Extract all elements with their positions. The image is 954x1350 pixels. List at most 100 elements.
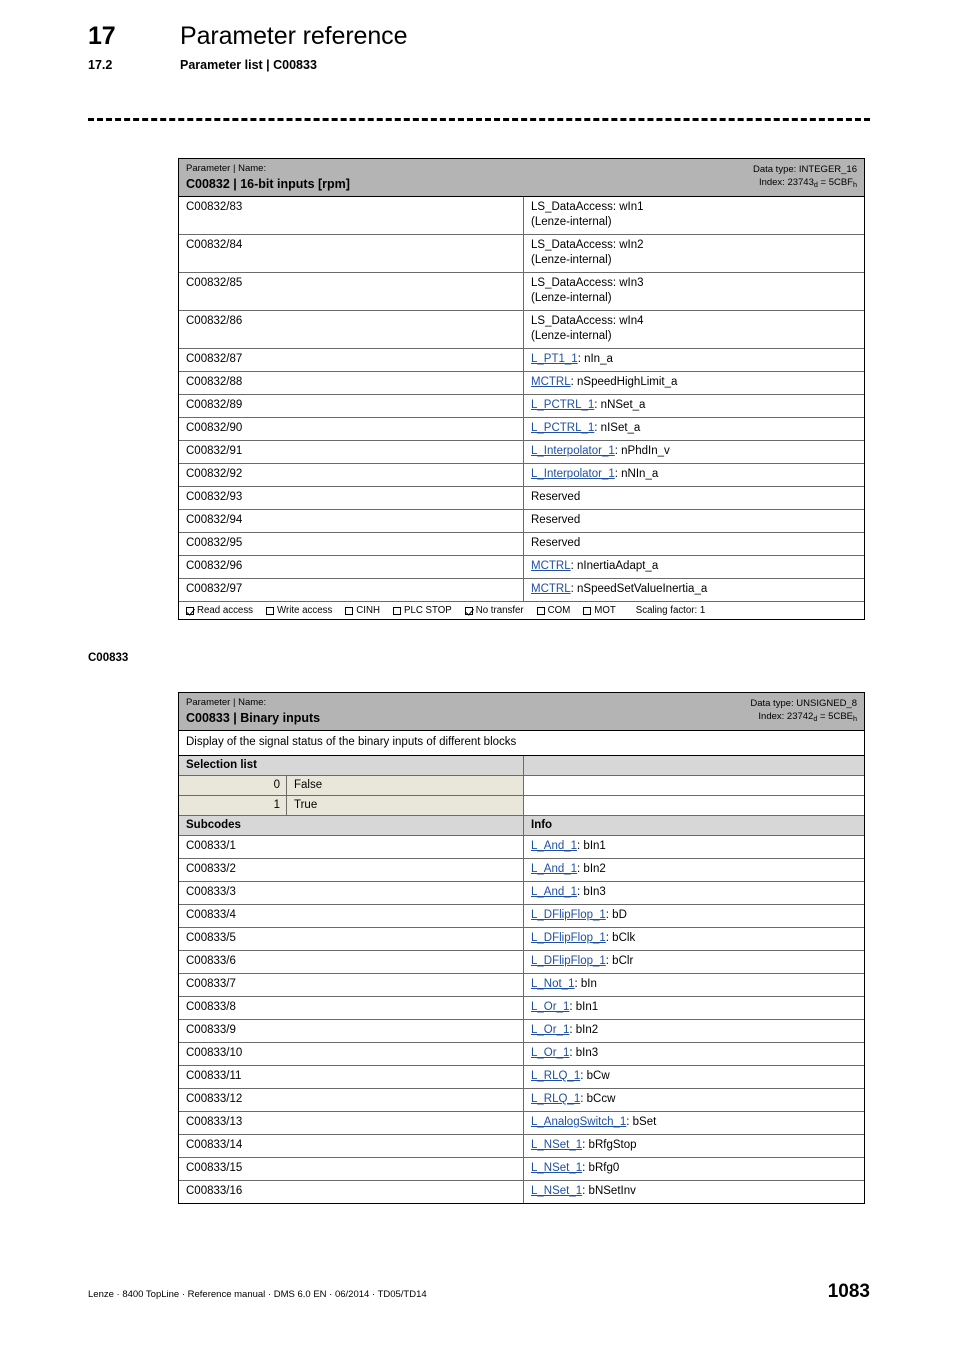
block-link[interactable]: L_AnalogSwitch_1 — [531, 1116, 626, 1128]
info-text: : bRfgStop — [582, 1139, 637, 1151]
info-cell: L_And_1: bIn3 — [524, 882, 864, 904]
parameter-table-c00832: Parameter | Name: C00832 | 16-bit inputs… — [178, 158, 865, 620]
section-number: 17.2 — [88, 58, 113, 72]
parameter-table-c00833: Parameter | Name: C00833 | Binary inputs… — [178, 692, 865, 1204]
index-sub-decimal: d — [813, 179, 818, 189]
info-text: Reserved — [531, 537, 581, 549]
info-cell: L_And_1: bIn1 — [524, 836, 864, 858]
block-link[interactable]: L_Or_1 — [531, 1001, 569, 1013]
table-header-right: Data type: UNSIGNED_8 Index: 23742d = 5C… — [750, 697, 857, 723]
info-subtext: (Lenze-internal) — [531, 216, 612, 228]
block-link[interactable]: L_DFlipFlop_1 — [531, 932, 606, 944]
access-legend: Read access Write access CINH PLC STOP No tr… — [179, 601, 864, 619]
block-link[interactable]: L_NSet_1 — [531, 1139, 582, 1151]
block-link[interactable]: L_DFlipFlop_1 — [531, 909, 606, 921]
legend-item: PLC STOP — [392, 605, 452, 616]
legend-item: Read access — [186, 605, 253, 616]
block-link[interactable]: L_DFlipFlop_1 — [531, 955, 606, 967]
index-sub-decimal: d — [813, 713, 818, 723]
info-cell: LS_DataAccess: wIn2 (Lenze-internal) — [524, 235, 864, 272]
info-text: : bIn3 — [577, 886, 606, 898]
info-text: : nSpeedSetValueInertia_a — [570, 583, 708, 595]
block-link[interactable]: MCTRL — [531, 376, 571, 388]
table-row: C00833/13 L_AnalogSwitch_1: bSet — [179, 1112, 864, 1135]
info-cell: L_Not_1: bIn — [524, 974, 864, 996]
legend-item: No transfer — [464, 605, 524, 616]
parameter-title: C00833 | Binary inputs — [186, 711, 321, 725]
index-value: Index: 23742d = 5CBEh — [750, 711, 857, 724]
info-cell: L_RLQ_1: bCw — [524, 1066, 864, 1088]
index-sub-hex: h — [853, 713, 857, 723]
subcode-cell: C00833/5 — [179, 928, 524, 950]
legend-item: MOT — [583, 605, 616, 616]
block-link[interactable]: L_PCTRL_1 — [531, 399, 594, 411]
subcode-cell: C00833/2 — [179, 859, 524, 881]
page-number: 1083 — [827, 1281, 870, 1302]
info-text: : bIn3 — [569, 1047, 599, 1059]
document-page: 17 Parameter reference 17.2 Parameter li… — [0, 0, 954, 1350]
info-text: : bSet — [626, 1116, 657, 1128]
subcode-cell: C00833/4 — [179, 905, 524, 927]
chapter-heading: 17 Parameter reference — [88, 22, 878, 51]
table-row: C00833/12 L_RLQ_1: bCcw — [179, 1089, 864, 1112]
block-link[interactable]: L_And_1 — [531, 863, 577, 875]
block-link[interactable]: L_NSet_1 — [531, 1185, 582, 1197]
table-row: C00832/92 L_Interpolator_1: nNIn_a — [179, 464, 864, 487]
checkbox-checked-icon — [464, 606, 473, 615]
info-text: : bCw — [580, 1070, 610, 1082]
table-row: C00832/85 LS_DataAccess: wIn3 (Lenze-inter… — [179, 273, 864, 311]
block-link[interactable]: L_PT1_1 — [531, 353, 578, 365]
subcode-cell: C00832/95 — [179, 533, 524, 555]
block-link[interactable]: L_NSet_1 — [531, 1162, 582, 1174]
block-link[interactable]: L_And_1 — [531, 840, 577, 852]
index-prefix: Index: 23743 — [758, 176, 814, 188]
info-cell: L_NSet_1: bRfgStop — [524, 1135, 864, 1157]
block-link[interactable]: L_Interpolator_1 — [531, 445, 615, 457]
selection-list-item: 0 False — [179, 776, 864, 796]
block-link[interactable]: L_Interpolator_1 — [531, 468, 615, 480]
info-cell: LS_DataAccess: wIn3 (Lenze-internal) — [524, 273, 864, 310]
info-cell: LS_DataAccess: wIn1 (Lenze-internal) — [524, 197, 864, 234]
block-link[interactable]: L_PCTRL_1 — [531, 422, 594, 434]
block-link[interactable]: L_Not_1 — [531, 978, 574, 990]
block-link[interactable]: L_Or_1 — [531, 1047, 569, 1059]
info-cell: L_NSet_1: bRfg0 — [524, 1158, 864, 1180]
block-link[interactable]: L_Or_1 — [531, 1024, 569, 1036]
block-link[interactable]: MCTRL — [531, 560, 571, 572]
checkbox-checked-icon — [186, 606, 194, 615]
table-row: C00833/1 L_And_1: bIn1 — [179, 836, 864, 859]
selection-list-header-row: Selection list — [179, 756, 864, 776]
info-text: : nNSet_a — [594, 399, 646, 411]
checkbox-unchecked-icon — [345, 606, 354, 615]
chapter-title: Parameter reference — [180, 22, 408, 50]
info-text: : nIn_a — [577, 353, 613, 365]
subcode-cell: C00833/1 — [179, 836, 524, 858]
table-row: C00832/97 MCTRL: nSpeedSetValueInertia_a — [179, 579, 864, 601]
block-link[interactable]: L_And_1 — [531, 886, 577, 898]
table-header-c00832: Parameter | Name: C00832 | 16-bit inputs… — [179, 159, 864, 197]
block-link[interactable]: L_RLQ_1 — [531, 1070, 580, 1082]
subcode-cell: C00833/9 — [179, 1020, 524, 1042]
info-text: : nPhdIn_v — [614, 445, 670, 457]
subcodes-header: Subcodes — [179, 816, 524, 835]
table-header-c00833: Parameter | Name: C00833 | Binary inputs… — [179, 693, 864, 731]
subcode-cell: C00833/7 — [179, 974, 524, 996]
info-cell: L_Or_1: bIn3 — [524, 1043, 864, 1065]
table-row: C00833/4 L_DFlipFlop_1: bD — [179, 905, 864, 928]
info-cell: Reserved — [524, 533, 864, 555]
subcode-cell: C00832/89 — [179, 395, 524, 417]
info-cell: L_PCTRL_1: nNSet_a — [524, 395, 864, 417]
subcode-cell: C00833/6 — [179, 951, 524, 973]
legend-item: Write access — [266, 605, 332, 616]
index-value: Index: 23743d = 5CBFh — [753, 177, 857, 190]
subcode-cell: C00832/86 — [179, 311, 524, 348]
selection-list-item: 1 True — [179, 796, 864, 816]
subcode-cell: C00832/93 — [179, 487, 524, 509]
selection-label: True — [287, 796, 524, 815]
subcode-cell: C00833/16 — [179, 1181, 524, 1203]
info-subtext: (Lenze-internal) — [531, 254, 612, 266]
block-link[interactable]: L_RLQ_1 — [531, 1093, 580, 1105]
block-link[interactable]: MCTRL — [531, 583, 571, 595]
subcode-cell: C00833/13 — [179, 1112, 524, 1134]
parameter-title: C00832 | 16-bit inputs [rpm] — [186, 177, 350, 191]
